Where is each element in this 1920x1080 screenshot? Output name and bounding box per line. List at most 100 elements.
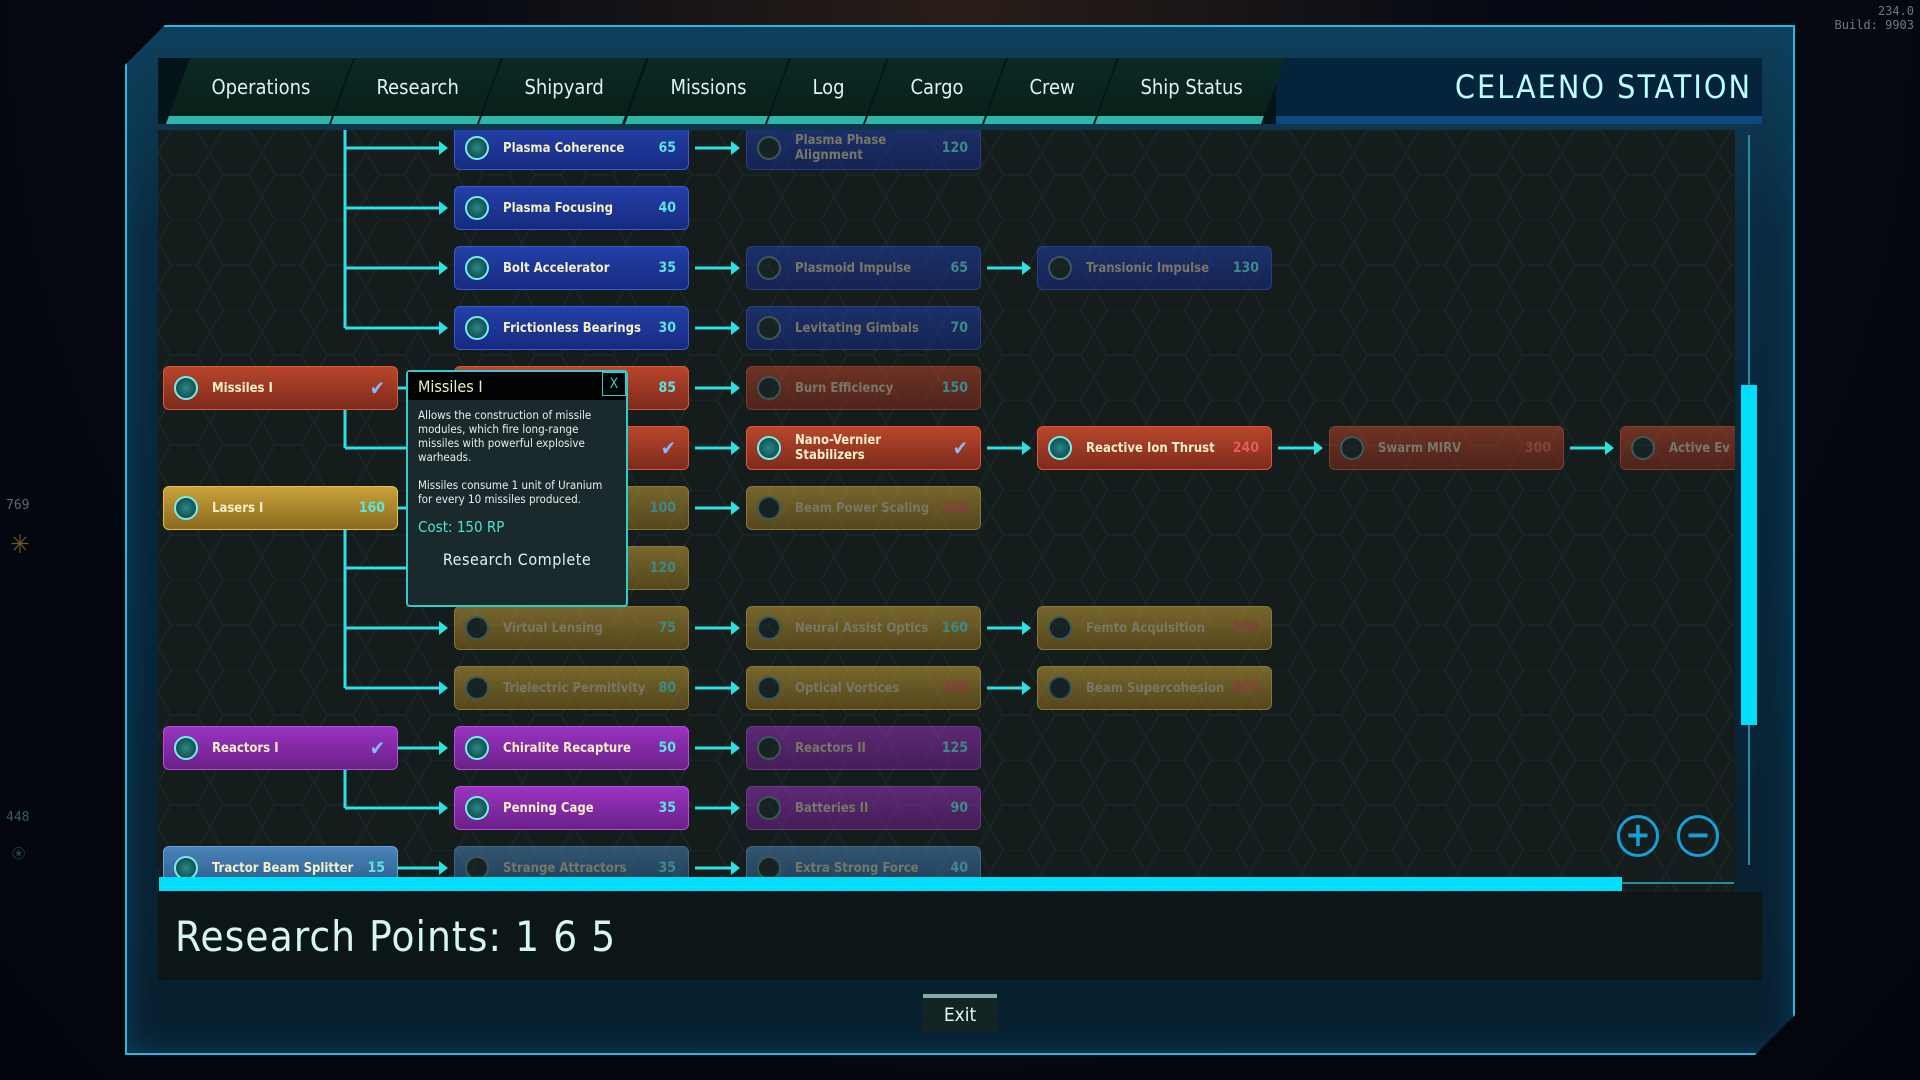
tech-name: Strange Attractors: [503, 860, 627, 876]
tech-node[interactable]: Optical Vortices 200: [746, 666, 981, 710]
tech-node[interactable]: Plasmoid Impulse 65: [746, 246, 981, 290]
tech-cost: 65: [658, 139, 676, 156]
tooltip-close-button[interactable]: X: [602, 372, 626, 396]
tech-cost: 50: [658, 739, 676, 756]
build-text: Build: 9903: [1834, 18, 1914, 32]
tech-name: Trielectric Permitivity: [503, 680, 646, 696]
tech-gem-icon: [465, 736, 489, 760]
tech-cost: 35: [658, 799, 676, 816]
tech-cost: 220: [941, 499, 968, 516]
tech-cost: 30: [658, 319, 676, 336]
tech-gem-icon: [757, 496, 781, 520]
research-tree-viewport[interactable]: Plasma Coherence 65 Plasma Phase Alignment…: [158, 130, 1735, 892]
tech-node[interactable]: Levitating Gimbals 70: [746, 306, 981, 350]
tech-node[interactable]: Plasma Coherence 65: [454, 130, 689, 170]
tech-name: Bolt Accelerator: [503, 260, 610, 276]
tech-cost: 120: [649, 559, 676, 576]
tech-node[interactable]: Missiles I ✔: [163, 366, 398, 410]
connector-arrow: [731, 681, 740, 695]
tech-gem-icon: [757, 676, 781, 700]
tech-gem-icon: [174, 496, 198, 520]
connector-arrow: [731, 321, 740, 335]
tech-cost: 85: [658, 379, 676, 396]
tech-node[interactable]: Virtual Lensing 75: [454, 606, 689, 650]
tech-name: Extra Strong Force: [795, 860, 919, 876]
tech-gem-icon: [1340, 436, 1364, 460]
tech-node[interactable]: Transionic Impulse 130: [1037, 246, 1272, 290]
tech-name: Missiles I: [212, 380, 273, 396]
tab-missions[interactable]: Missions: [624, 58, 789, 124]
tech-node[interactable]: Lasers I 160: [163, 486, 398, 530]
tech-cost: 200: [941, 679, 968, 696]
tech-name: Beam Supercohesion: [1086, 680, 1225, 696]
tech-cost: 130: [1232, 259, 1259, 276]
tech-node[interactable]: Swarm MIRV 300: [1329, 426, 1564, 470]
tech-node[interactable]: Chiralite Recapture 50: [454, 726, 689, 770]
tech-cost: 120: [941, 139, 968, 156]
tech-node[interactable]: Femto Acquisition 200: [1037, 606, 1272, 650]
connector-arrow: [439, 801, 448, 815]
tech-gem-icon: [757, 616, 781, 640]
tech-node[interactable]: Neural Assist Optics 160: [746, 606, 981, 650]
vertical-scrollbar[interactable]: [1741, 385, 1757, 725]
tech-name: Levitating Gimbals: [795, 320, 919, 336]
tech-name: Penning Cage: [503, 800, 594, 816]
tab-ship-status[interactable]: Ship Status: [1095, 58, 1286, 124]
tech-node[interactable]: Frictionless Bearings 30: [454, 306, 689, 350]
tech-cost: 160: [358, 499, 385, 516]
connector-arrow: [439, 261, 448, 275]
connector-arrow: [439, 861, 448, 875]
tech-node[interactable]: Plasma Focusing 40: [454, 186, 689, 230]
tech-gem-icon: [465, 676, 489, 700]
tech-node[interactable]: Beam Supercohesion 350: [1037, 666, 1272, 710]
tech-node[interactable]: Batteries II 90: [746, 786, 981, 830]
tech-gem-icon: [757, 376, 781, 400]
tech-name: Active Ev: [1669, 440, 1730, 456]
tech-node[interactable]: Burn Efficiency 150: [746, 366, 981, 410]
tech-cost: 150: [941, 379, 968, 396]
tech-name: Nano-Vernier Stabilizers: [795, 433, 882, 463]
tab-shipyard[interactable]: Shipyard: [479, 58, 647, 124]
tech-node[interactable]: Reactors II 125: [746, 726, 981, 770]
research-points: Research Points: 1 6 5: [175, 912, 617, 961]
tech-name: Transionic Impulse: [1086, 260, 1210, 276]
tech-node[interactable]: Beam Power Scaling 220: [746, 486, 981, 530]
tab-operations[interactable]: Operations: [165, 58, 353, 124]
tech-node[interactable]: Reactive Ion Thrust 240: [1037, 426, 1272, 470]
tech-gem-icon: [465, 196, 489, 220]
tech-node[interactable]: Active Ev: [1620, 426, 1735, 470]
tech-cost: 90: [950, 799, 968, 816]
tech-cost: 70: [950, 319, 968, 336]
tech-cost: 35: [658, 259, 676, 276]
tab-research[interactable]: Research: [330, 58, 502, 124]
tooltip-status: Research Complete: [442, 550, 592, 569]
connector-arrow: [1022, 621, 1031, 635]
tech-name: Batteries II: [795, 800, 869, 816]
zoom-out-button[interactable]: −: [1677, 815, 1719, 857]
checkmark-icon: ✔: [660, 435, 676, 460]
tech-node[interactable]: Bolt Accelerator 35: [454, 246, 689, 290]
horizontal-scroll-track: [1622, 882, 1734, 884]
tech-gem-icon: [174, 376, 198, 400]
tech-cost: 350: [1232, 679, 1259, 696]
tech-node[interactable]: Nano-Vernier Stabilizers ✔: [746, 426, 981, 470]
tab-label: Crew: [1029, 75, 1075, 99]
tech-node[interactable]: Plasma Phase Alignment 120: [746, 130, 981, 170]
horizontal-scrollbar[interactable]: [159, 877, 1622, 891]
tech-node[interactable]: Reactors I ✔: [163, 726, 398, 770]
tech-cost: 125: [941, 739, 968, 756]
station-title: CELAENO STATION: [1275, 58, 1762, 124]
tech-name: Optical Vortices: [795, 680, 900, 696]
tech-cost: 100: [649, 499, 676, 516]
zoom-in-button[interactable]: +: [1617, 815, 1659, 857]
tech-node[interactable]: Trielectric Permitivity 80: [454, 666, 689, 710]
connector-arrow: [439, 321, 448, 335]
tech-node[interactable]: Penning Cage 35: [454, 786, 689, 830]
tab-cargo[interactable]: Cargo: [864, 58, 1007, 124]
tech-gem-icon: [757, 736, 781, 760]
tab-label: Ship Status: [1140, 75, 1244, 99]
connector-arrow: [439, 201, 448, 215]
tech-name: Burn Efficiency: [795, 380, 894, 396]
tech-gem-icon: [465, 316, 489, 340]
exit-button[interactable]: Exit: [923, 994, 997, 1032]
